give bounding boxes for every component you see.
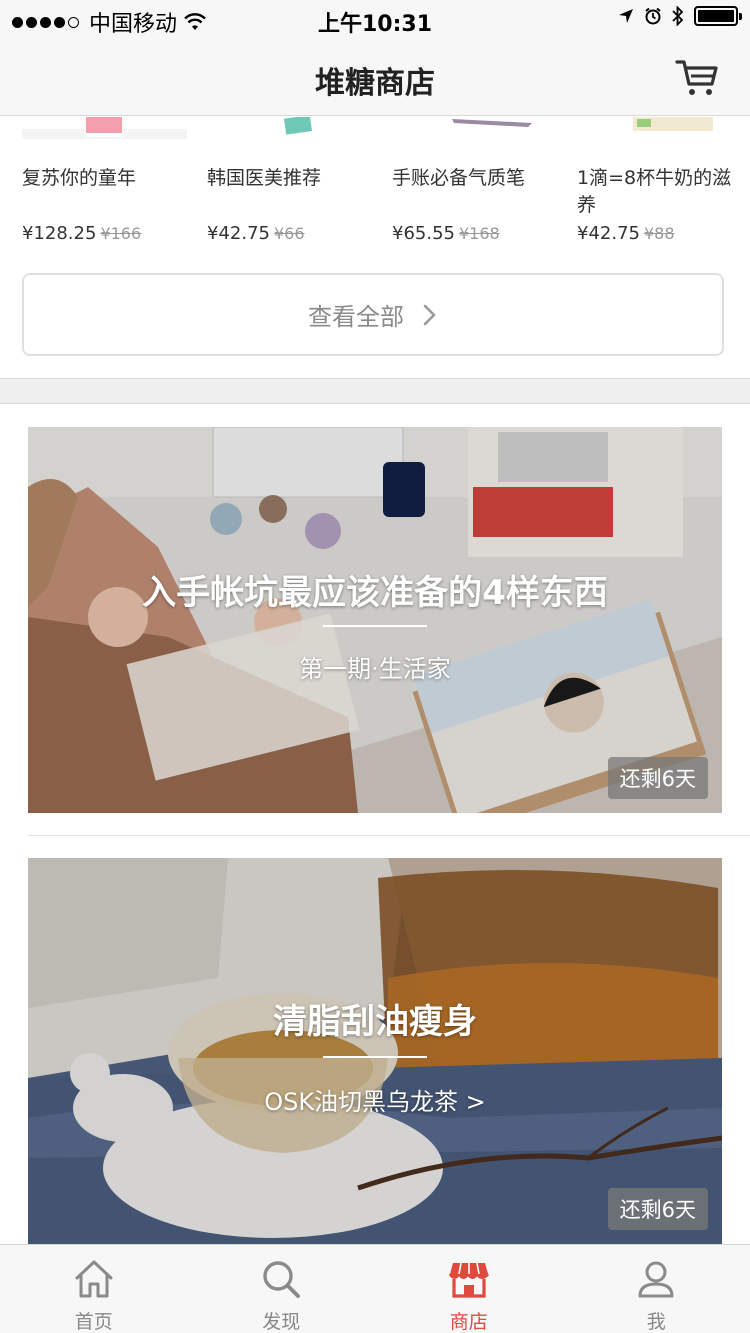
view-all-button[interactable]: 查看全部 <box>22 273 724 356</box>
tab-bar: 首页 发现 商店 我 <box>0 1244 750 1333</box>
banner-title: 清脂刮油瘦身 <box>273 1002 477 1042</box>
search-icon <box>263 1261 301 1298</box>
alarm-icon <box>645 7 661 25</box>
product-image <box>392 117 557 139</box>
tab-store[interactable]: 商店 <box>375 1245 563 1333</box>
time-remaining-badge: 还剩6天 <box>607 757 708 799</box>
product-image <box>22 117 187 139</box>
product-price: ¥42.75 ¥88 <box>577 223 675 244</box>
product-name: 复苏你的童年 <box>22 167 137 189</box>
product-name: 1滴=8杯牛奶的滋养 <box>577 167 732 216</box>
product-name: 手账必备气质笔 <box>392 167 526 189</box>
status-bar: 中国移动 上午10:31 <box>0 0 750 40</box>
product-name: 韩国医美推荐 <box>207 167 322 189</box>
status-right <box>618 6 742 26</box>
tab-label: 我 <box>646 1311 666 1333</box>
product-row: 复苏你的童年 ¥128.25 ¥166 韩国医美推荐 ¥42.75 ¥66 手账必备… <box>0 117 750 257</box>
banner-rule <box>323 1056 427 1058</box>
product-card[interactable]: 复苏你的童年 ¥128.25 ¥166 <box>22 117 202 257</box>
product-price: ¥65.55 ¥168 <box>392 223 500 244</box>
user-icon <box>638 1261 674 1298</box>
tab-label: 发现 <box>262 1311 301 1333</box>
original-price: ¥166 <box>100 224 142 243</box>
chevron-right-icon <box>423 304 436 325</box>
product-image <box>207 117 372 139</box>
section-divider <box>0 378 750 404</box>
product-card[interactable]: 韩国医美推荐 ¥42.75 ¥66 <box>207 117 387 257</box>
banner-subtitle: 第一期·生活家 <box>299 655 451 683</box>
product-card[interactable]: 手账必备气质笔 ¥65.55 ¥168 <box>392 117 572 257</box>
original-price: ¥168 <box>458 224 500 243</box>
home-icon <box>75 1260 113 1298</box>
promo-banner[interactable]: 入手帐坑最应该准备的4样东西 第一期·生活家 还剩6天 <box>28 427 722 813</box>
bluetooth-icon <box>672 6 684 26</box>
nav-bar: 堆糖商店 <box>0 40 750 116</box>
product-card[interactable]: 1滴=8杯牛奶的滋养 ¥42.75 ¥88 <box>577 117 750 257</box>
view-all-label: 查看全部 <box>308 303 404 331</box>
banner-subtitle: OSK油切黑乌龙茶 > <box>264 1088 486 1116</box>
banner-rule <box>323 625 427 627</box>
product-price: ¥128.25 ¥166 <box>22 223 142 244</box>
banner-title: 入手帐坑最应该准备的4样东西 <box>142 573 608 613</box>
time-remaining-badge: 还剩6天 <box>607 1188 708 1230</box>
tab-discover[interactable]: 发现 <box>188 1245 376 1333</box>
battery-icon <box>694 6 742 26</box>
location-icon <box>619 9 633 23</box>
product-price: ¥42.75 ¥66 <box>207 223 305 244</box>
tab-label: 商店 <box>449 1311 488 1333</box>
tab-label: 首页 <box>74 1311 113 1333</box>
tab-home[interactable]: 首页 <box>0 1245 188 1333</box>
original-price: ¥88 <box>643 224 675 243</box>
store-icon <box>448 1262 489 1298</box>
tab-me[interactable]: 我 <box>563 1245 750 1333</box>
banner-divider <box>28 835 750 836</box>
promo-banner[interactable]: 清脂刮油瘦身 OSK油切黑乌龙茶 > 还剩6天 <box>28 858 722 1244</box>
product-image <box>577 117 742 139</box>
page-title: 堆糖商店 <box>315 66 435 101</box>
original-price: ¥66 <box>273 224 305 243</box>
cart-icon[interactable] <box>674 54 720 100</box>
